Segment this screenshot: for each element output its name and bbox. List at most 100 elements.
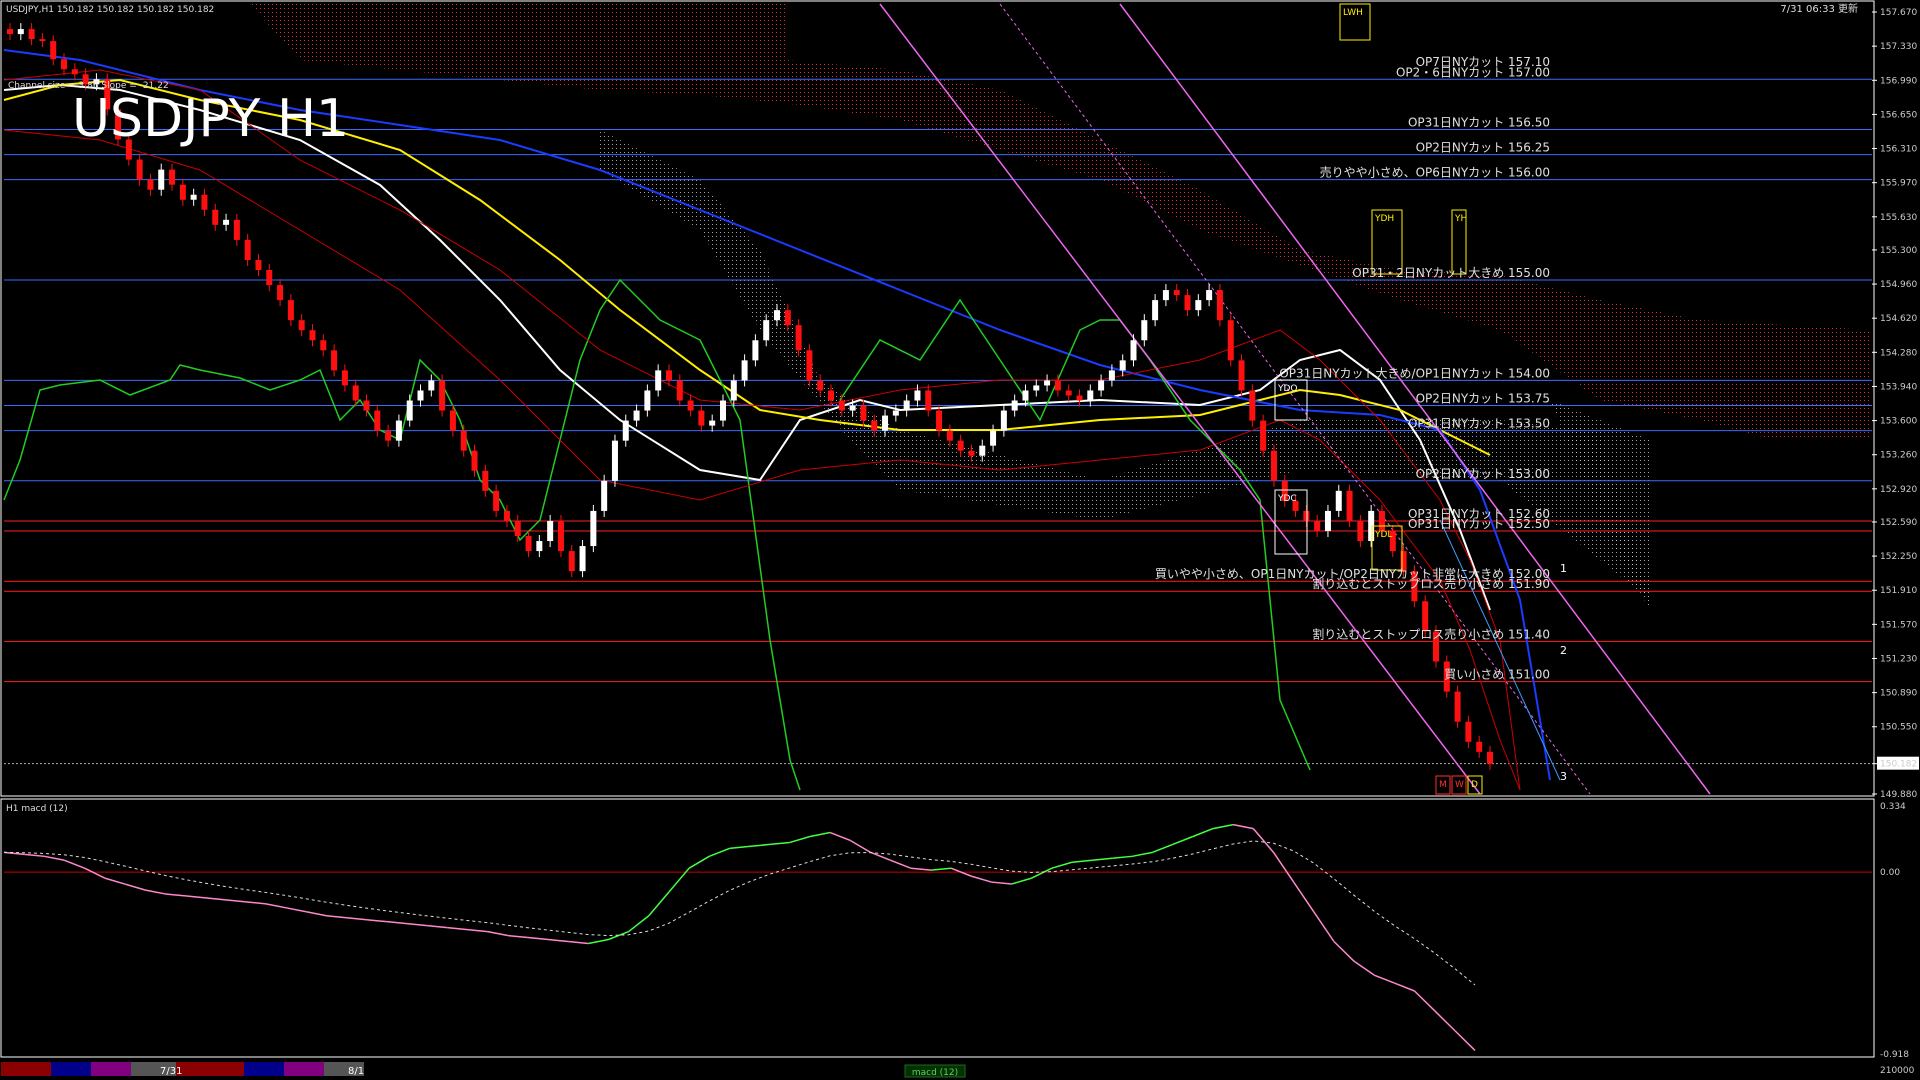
candle-body: [385, 430, 392, 441]
candle-body: [547, 520, 554, 542]
candle-body: [493, 490, 500, 511]
candle-body: [1357, 520, 1364, 542]
candle-body: [763, 320, 770, 341]
candle-body: [352, 385, 359, 401]
tick-label-21: 150.550: [1880, 723, 1917, 733]
candle-body: [903, 400, 910, 411]
candle-body: [1162, 290, 1169, 301]
candle-body: [201, 194, 208, 210]
candle-body: [828, 390, 835, 401]
candle-body: [1238, 360, 1245, 391]
session-block: [91, 1062, 131, 1076]
candle-body: [482, 470, 489, 491]
chart-canvas[interactable]: LWHYDH YHYDOYDCYDLM W D OP7日NYカット 157.10OP2…: [0, 0, 1920, 1080]
candle-body: [1314, 520, 1321, 532]
annotation-2: OP31日NYカット 156.50: [1408, 115, 1550, 129]
candle-body: [298, 320, 305, 331]
candle-body: [1033, 385, 1040, 391]
candle-body: [169, 169, 176, 185]
candle-body: [741, 360, 748, 381]
macd-tick-0: 0.334: [1880, 802, 1906, 812]
candle-body: [611, 440, 618, 481]
candle-body: [633, 410, 640, 421]
candle-body: [1227, 320, 1234, 361]
lwh-label: LWH: [1343, 8, 1363, 18]
candle-body: [871, 420, 878, 431]
candle-body: [676, 380, 683, 401]
tick-label-12: 153.600: [1880, 417, 1917, 427]
candle-body: [17, 29, 24, 35]
macd-tab-label[interactable]: macd (12): [912, 1068, 958, 1078]
annotation-3: OP2日NYカット 156.25: [1416, 141, 1550, 155]
candle-body: [223, 219, 230, 225]
macd-tick-2: -0.918: [1880, 1050, 1909, 1060]
candle-body: [1022, 390, 1029, 401]
candle-body: [860, 405, 867, 421]
tick-label-13: 153.260: [1880, 451, 1917, 461]
tick-label-23: 149.880: [1880, 790, 1917, 800]
candle-body: [968, 450, 975, 456]
candle-body: [7, 29, 13, 35]
candle-body: [914, 390, 921, 401]
date-label-0: 7/31: [160, 1066, 182, 1077]
candle-body: [439, 380, 446, 411]
candle-body: [341, 370, 348, 386]
tick-label-4: 156.310: [1880, 145, 1917, 155]
watermark-title: USDJPY H1: [72, 89, 349, 149]
candle-body: [925, 390, 932, 411]
candle-body: [774, 310, 781, 321]
date-label-1: 8/1: [348, 1066, 364, 1077]
candle-body: [1454, 691, 1461, 722]
tick-label-17: 151.910: [1880, 586, 1917, 596]
candle-body: [1184, 295, 1191, 311]
candle-body: [406, 400, 413, 421]
tick-label-2: 156.990: [1880, 76, 1917, 86]
candle-body: [1378, 510, 1385, 532]
candle-body: [460, 430, 467, 451]
candle-body: [1044, 380, 1051, 386]
candle-body: [1206, 290, 1213, 301]
tick-label-19: 151.230: [1880, 654, 1917, 664]
candle-body: [579, 546, 586, 572]
annotation-15: 買い小さめ 151.00: [1444, 668, 1550, 682]
symbol-info: USDJPY,H1 150.182 150.182 150.182 150.18…: [6, 5, 214, 15]
tick-label-11: 153.940: [1880, 382, 1917, 392]
tick-label-3: 156.650: [1880, 110, 1917, 120]
candle-body: [471, 450, 478, 471]
annotation-13: 割り込むとストップロス売り小さめ 151.90: [1312, 576, 1550, 591]
candle-body: [331, 350, 338, 371]
candle-body: [590, 510, 597, 547]
candle-body: [1270, 450, 1277, 481]
candle-body: [525, 536, 532, 552]
tick-label-0: 157.670: [1880, 8, 1917, 18]
candle-body: [514, 520, 521, 537]
candle-body: [536, 541, 543, 552]
tick-label-20: 150.890: [1880, 689, 1917, 699]
annotation-7: OP2日NYカット 153.75: [1416, 392, 1550, 406]
candle-body: [1173, 290, 1180, 296]
annotation-11: OP31日NYカット 152.50: [1408, 517, 1550, 531]
ydl-label: YDL: [1374, 530, 1392, 540]
tick-label-7: 155.300: [1880, 246, 1917, 256]
candle-body: [665, 370, 672, 381]
candle-body: [1087, 390, 1094, 401]
channel-marker-1: 2: [1560, 644, 1567, 657]
candle-body: [190, 194, 197, 200]
candle-body: [1011, 400, 1018, 411]
tick-label-9: 154.620: [1880, 314, 1917, 324]
annotation-14: 割り込むとストップロス売り小さめ 151.40: [1312, 626, 1550, 641]
candle-body: [1346, 490, 1353, 521]
macd-tick-3: 210000: [1880, 1066, 1915, 1076]
candle-body: [212, 209, 219, 225]
candle-body: [1152, 300, 1159, 321]
candle-body: [1476, 741, 1483, 752]
annotation-6: OP31日NYカット大きめ/OP1日NYカット 154.00: [1279, 366, 1550, 380]
candle-body: [1119, 360, 1126, 371]
session-block: [284, 1062, 324, 1076]
candle-body: [1335, 490, 1342, 511]
candle-body: [147, 179, 154, 190]
candle-body: [557, 520, 564, 552]
candle-body: [363, 400, 370, 411]
candle-body: [255, 259, 262, 271]
candle-body: [244, 239, 251, 260]
